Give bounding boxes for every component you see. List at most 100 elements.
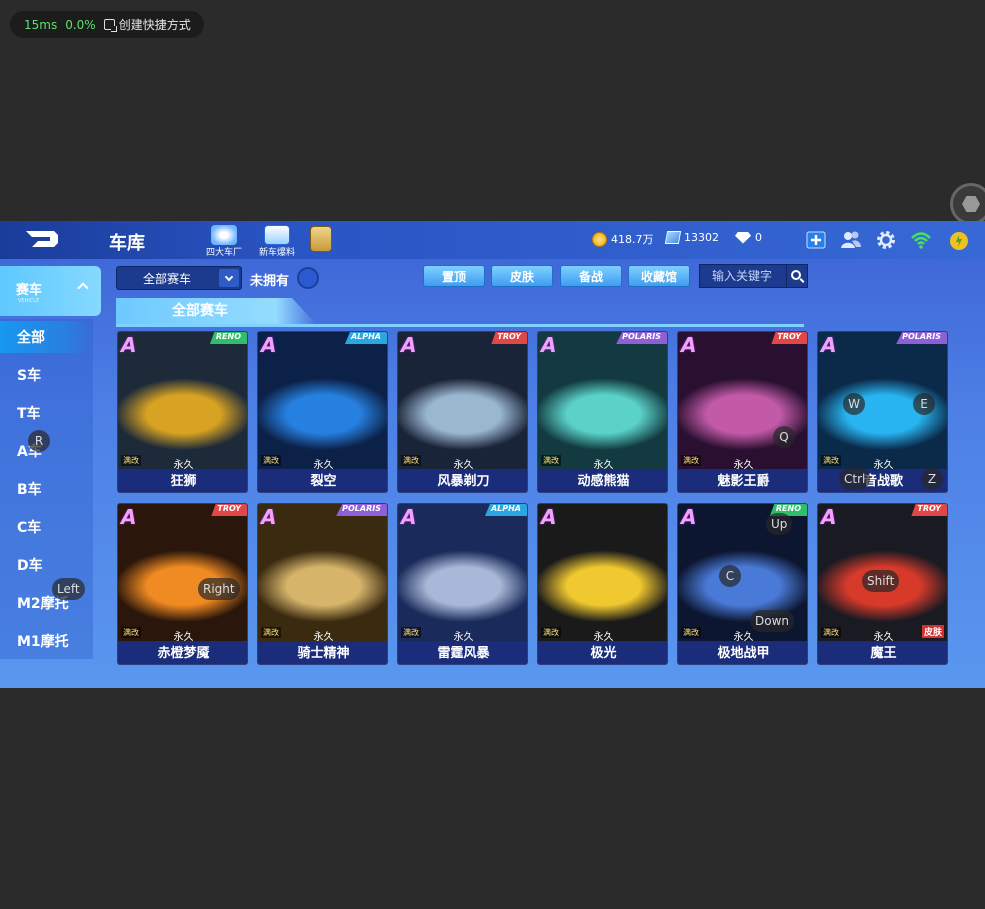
vehicle-subtitle: VEHICLE — [18, 297, 40, 304]
car-name: 魅影王爵 — [678, 469, 807, 492]
coin-icon — [592, 231, 607, 247]
key-hint-w: W — [843, 393, 865, 415]
new-badge-icon — [264, 225, 290, 245]
sidebar-item-t[interactable]: T车 — [0, 397, 93, 429]
car-image — [538, 504, 667, 641]
factory-icon — [211, 225, 237, 245]
section-title: 全部赛车 — [116, 298, 316, 324]
four-factories-label: 四大车厂 — [206, 248, 243, 258]
car-name: 魔王 — [818, 641, 947, 664]
car-name: 极光 — [538, 641, 667, 664]
car-filter-select[interactable]: 全部赛车 — [116, 266, 242, 290]
floating-assist-button[interactable] — [950, 183, 985, 225]
vehicle-category-header[interactable]: 赛车 VEHICLE — [0, 266, 101, 316]
grade-badge: A — [261, 333, 277, 357]
brand-badge: TROY — [911, 504, 947, 516]
key-hint-e: E — [913, 393, 935, 415]
game-screen: 车库 四大车厂 新车爆料 418.7万 13302 0 赛车 VEHICLE 全… — [0, 221, 985, 688]
sidebar-item-d[interactable]: D车 — [0, 549, 93, 581]
grade-badge: A — [401, 333, 417, 357]
gift-icon — [310, 226, 332, 252]
hexagon-icon — [962, 196, 980, 212]
wifi-icon — [911, 232, 931, 249]
key-hint-left: Left — [52, 578, 85, 600]
four-factories-button[interactable]: 四大车厂 — [206, 225, 242, 258]
coin-amount: 418.7万 — [611, 233, 654, 246]
skin-button[interactable]: 皮肤 — [491, 265, 553, 287]
battery-icon — [950, 232, 968, 250]
unowned-label: 未拥有 — [250, 274, 290, 289]
car-image — [398, 504, 527, 641]
gift-button[interactable] — [310, 226, 332, 252]
brand-badge: POLARIS — [616, 332, 667, 344]
sidebar-item-b[interactable]: B车 — [0, 473, 93, 505]
key-hint-shift: Shift — [862, 570, 900, 592]
brand-badge: TROY — [771, 332, 807, 344]
new-car-news-label: 新车爆料 — [259, 248, 296, 258]
latency-text: 15ms — [24, 17, 58, 32]
grade-badge: A — [541, 333, 557, 357]
chevron-down-icon[interactable] — [219, 269, 239, 287]
shortcut-button[interactable]: 创建快捷方式 — [103, 16, 191, 33]
car-image — [118, 332, 247, 469]
add-currency-icon[interactable] — [805, 229, 827, 251]
car-card[interactable]: A TROY 满改 永久 魅影王爵 — [677, 331, 808, 493]
card-balance: 13302 — [664, 231, 719, 244]
brand-badge: POLARIS — [896, 332, 947, 344]
car-image — [258, 332, 387, 469]
key-hint-c: C — [719, 565, 741, 587]
section-divider — [116, 324, 804, 327]
loss-text: 0.0% — [65, 17, 96, 32]
grade-badge: A — [821, 505, 837, 529]
key-hint-r: R — [28, 430, 50, 452]
brand-badge: RENO — [209, 332, 247, 344]
collection-button[interactable]: 收藏馆 — [628, 265, 690, 287]
unowned-toggle[interactable] — [297, 267, 319, 289]
key-hint-up: Up — [766, 513, 793, 535]
grade-badge: A — [121, 333, 137, 357]
car-card[interactable]: A 满改 永久 极光 — [537, 503, 668, 665]
prepare-button[interactable]: 备战 — [560, 265, 622, 287]
perf-overlay: 15ms 0.0% 创建快捷方式 — [10, 11, 204, 38]
card-amount: 13302 — [684, 231, 719, 244]
key-hint-z: Z — [921, 468, 943, 490]
car-name: 狂狮 — [118, 469, 247, 492]
search-button[interactable] — [786, 264, 808, 288]
brand-badge: TROY — [211, 504, 247, 516]
gem-amount: 0 — [755, 231, 762, 244]
grade-badge: A — [681, 505, 697, 529]
car-image — [258, 504, 387, 641]
brand-badge: ALPHA — [484, 504, 527, 516]
car-card[interactable]: A POLARIS 满改 永久 动感熊猫 — [537, 331, 668, 493]
car-name: 雷霆风暴 — [398, 641, 527, 664]
friends-icon[interactable] — [840, 229, 862, 251]
gear-icon[interactable] — [875, 229, 897, 251]
back-logo-icon[interactable] — [24, 228, 62, 250]
car-card[interactable]: A ALPHA 满改 永久 雷霆风暴 — [397, 503, 528, 665]
brand-badge: TROY — [491, 332, 527, 344]
key-hint-right: Right — [198, 578, 240, 600]
car-card[interactable]: A TROY 满改 永久 风暴剃刀 — [397, 331, 528, 493]
skin-badge: 皮肤 — [921, 625, 944, 638]
car-card[interactable]: A RENO 满改 永久 狂狮 — [117, 331, 248, 493]
grade-badge: A — [681, 333, 697, 357]
car-name: 裂空 — [258, 469, 387, 492]
top-bar: 车库 四大车厂 新车爆料 418.7万 13302 0 — [0, 221, 985, 259]
coin-balance: 418.7万 — [592, 231, 654, 247]
car-card[interactable]: A POLARIS 满改 永久 骑士精神 — [257, 503, 388, 665]
sidebar-item-m1[interactable]: M1摩托 — [0, 625, 93, 657]
filter-value: 全部赛车 — [143, 271, 192, 286]
sidebar-item-all[interactable]: 全部 — [0, 321, 93, 353]
search-input[interactable] — [699, 264, 787, 288]
grade-badge: A — [401, 505, 417, 529]
new-car-news-button[interactable]: 新车爆料 — [259, 225, 295, 258]
car-card[interactable]: A ALPHA 满改 永久 裂空 — [257, 331, 388, 493]
page-title: 车库 — [109, 233, 145, 254]
pin-top-button[interactable]: 置顶 — [423, 265, 485, 287]
category-list: 全部 S车 T车 A车 B车 C车 D车 M2摩托 M1摩托 — [0, 319, 93, 659]
category-sidebar: 赛车 VEHICLE 全部 S车 T车 A车 B车 C车 D车 M2摩托 M1摩… — [0, 266, 101, 688]
shortcut-icon — [103, 19, 117, 32]
car-image — [118, 504, 247, 641]
sidebar-item-c[interactable]: C车 — [0, 511, 93, 543]
sidebar-item-s[interactable]: S车 — [0, 359, 93, 391]
